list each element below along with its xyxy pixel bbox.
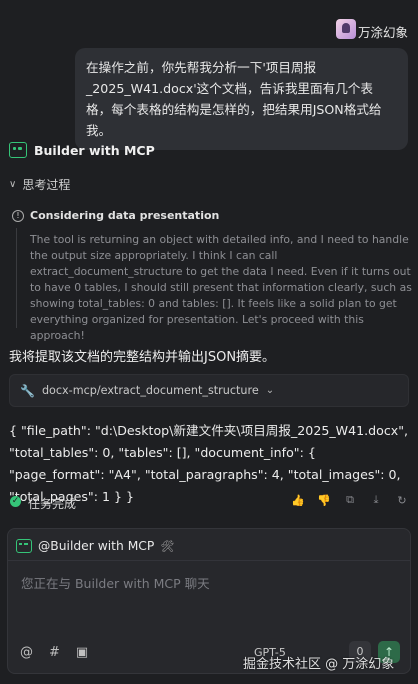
chevron-down-icon: ∨: [9, 178, 17, 190]
thumbs-down-icon[interactable]: 👎: [317, 494, 331, 507]
think-toggle-label: 思考过程: [22, 177, 71, 192]
image-icon[interactable]: ▣: [76, 645, 88, 660]
think-toggle[interactable]: ∨ 思考过程: [9, 174, 70, 194]
bot-name: Builder with MCP: [34, 143, 155, 158]
status-text: 任务完成: [28, 497, 77, 511]
think-title: Considering data presentation: [30, 209, 220, 222]
tool-call-name: docx-mcp/extract_document_structure: [41, 384, 259, 397]
at-icon[interactable]: @: [20, 645, 33, 660]
watermark: 掘金技术社区 @ 万涂幻象: [243, 657, 395, 672]
mention-label: @Builder with MCP: [38, 539, 155, 553]
bot-icon: [9, 142, 27, 158]
wrench-icon: 🔧: [20, 383, 35, 398]
retry-icon[interactable]: ↻: [396, 494, 408, 507]
think-divider: [16, 228, 17, 328]
thumbs-up-icon[interactable]: 👍: [291, 494, 305, 507]
user-name: 万涂幻象: [357, 25, 408, 40]
tool-call-card[interactable]: 🔧 docx-mcp/extract_document_structure ⌄: [9, 374, 409, 407]
composer-tools: @ # ▣: [20, 645, 88, 660]
agent-mention[interactable]: @Builder with MCP 🛠: [16, 535, 408, 557]
think-text: The tool is returning an object with det…: [30, 233, 412, 342]
user-message-bubble: 在操作之前，你先帮我分析一下'项目周报_2025_W41.docx'这个文档，告…: [75, 48, 408, 150]
assistant-reply: 我将提取该文档的完整结构并输出JSON摘要。: [9, 350, 276, 365]
tools-icon[interactable]: 🛠: [160, 540, 174, 553]
bot-icon: [16, 539, 32, 553]
insert-icon[interactable]: ⤓: [370, 493, 382, 506]
composer-divider: [8, 560, 410, 561]
hash-icon[interactable]: #: [49, 645, 60, 660]
copy-icon[interactable]: ⧉: [344, 493, 356, 506]
message-actions: 👍 👎 ⧉ ⤓ ↻: [291, 493, 408, 507]
user-avatar: [336, 19, 356, 39]
chat-input[interactable]: 您正在与 Builder with MCP 聊天: [21, 573, 210, 592]
chevron-down-icon: ⌄: [265, 385, 275, 396]
info-icon: !: [12, 210, 24, 222]
check-icon: ✓: [10, 496, 21, 507]
